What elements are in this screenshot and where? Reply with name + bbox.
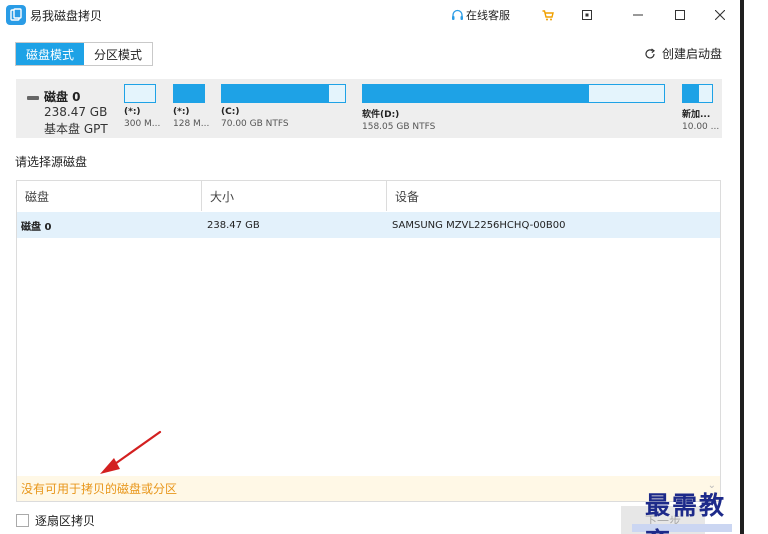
- partition-label: 软件(D:): [362, 110, 400, 120]
- partition-usage-bar: [173, 84, 205, 103]
- partition-info: 300 M...: [124, 119, 161, 129]
- tab-disk-mode[interactable]: 磁盘模式: [16, 43, 85, 65]
- partition-label: (*:): [173, 107, 190, 117]
- online-service-label: 在线客服: [466, 9, 510, 22]
- close-icon: [715, 10, 725, 20]
- cart-icon: [542, 9, 554, 20]
- menu-box-icon: [582, 10, 592, 20]
- tab-partition-mode[interactable]: 分区模式: [84, 43, 153, 65]
- partition-label: 新加...: [682, 110, 711, 120]
- partition-info: 10.00 ...: [682, 122, 720, 132]
- create-boot-disk-label: 创建启动盘: [662, 47, 723, 61]
- partition-block[interactable]: 软件(D:) 158.05 GB NTFS: [362, 84, 665, 132]
- disk-icon: [27, 96, 39, 100]
- partition-info: 128 M...: [173, 119, 210, 129]
- disk-size: 238.47 GB: [44, 105, 108, 119]
- cell-size: 238.47 GB: [207, 219, 260, 231]
- column-header-device[interactable]: 设备: [387, 181, 720, 211]
- column-header-size[interactable]: 大小: [202, 181, 387, 211]
- disk-type: 基本盘 GPT: [44, 122, 108, 136]
- warning-bar: 没有可用于拷贝的磁盘或分区 ⌄: [17, 476, 720, 501]
- disk-name: 磁盘 0: [44, 90, 81, 104]
- minimize-icon: [633, 14, 643, 16]
- settings-button[interactable]: [576, 0, 598, 30]
- partition-info: 158.05 GB NTFS: [362, 122, 436, 132]
- partition-block[interactable]: (*:) 300 M...: [124, 84, 161, 129]
- sector-copy-checkbox[interactable]: [16, 514, 29, 527]
- select-source-prompt: 请选择源磁盘: [15, 155, 88, 169]
- app-window: 易我磁盘拷贝 在线客服 磁盘模式 分区模式 创建启动盘 磁盘 0 238.47 …: [0, 0, 740, 534]
- create-boot-disk-button[interactable]: 创建启动盘: [644, 45, 722, 62]
- partition-label: (C:): [221, 107, 240, 117]
- column-header-disk[interactable]: 磁盘: [17, 181, 202, 211]
- partition-usage-bar: [682, 84, 713, 103]
- watermark-text: 最需教育: [645, 491, 727, 534]
- warning-text: 没有可用于拷贝的磁盘或分区: [21, 482, 178, 496]
- partition-label: (*:): [124, 107, 141, 117]
- sector-copy-option[interactable]: 逐扇区拷贝: [16, 512, 95, 529]
- cell-device: SAMSUNG MZVL2256HCHQ-00B00: [392, 219, 566, 231]
- cell-disk: 磁盘 0: [21, 221, 52, 233]
- partition-usage-bar: [362, 84, 665, 103]
- annotation-arrow-icon: [100, 430, 162, 474]
- refresh-icon: [645, 48, 655, 58]
- table-header: 磁盘 大小 设备: [17, 181, 720, 211]
- mode-tabs: 磁盘模式 分区模式: [15, 42, 154, 66]
- partition-usage-bar: [124, 84, 156, 103]
- partition-block[interactable]: (C:) 70.00 GB NTFS: [221, 84, 346, 129]
- desktop-background: [744, 0, 768, 534]
- minimize-button[interactable]: [618, 0, 658, 30]
- close-button[interactable]: [700, 0, 740, 30]
- table-row[interactable]: 磁盘 0 238.47 GB SAMSUNG MZVL2256HCHQ-00B0…: [17, 212, 720, 238]
- maximize-icon: [675, 10, 685, 20]
- cart-button[interactable]: [537, 0, 559, 30]
- disk-map[interactable]: 磁盘 0 238.47 GB 基本盘 GPT (*:) 300 M... (*:…: [16, 79, 722, 138]
- title-bar: 易我磁盘拷贝 在线客服: [0, 0, 740, 30]
- app-title: 易我磁盘拷贝: [30, 9, 103, 23]
- sector-copy-label: 逐扇区拷贝: [35, 514, 96, 528]
- partition-block[interactable]: 新加... 10.00 ...: [682, 84, 720, 132]
- partition-info: 70.00 GB NTFS: [221, 119, 289, 129]
- app-logo-icon: [6, 5, 26, 25]
- partition-block[interactable]: (*:) 128 M...: [173, 84, 210, 129]
- maximize-button[interactable]: [660, 0, 700, 30]
- partition-usage-bar: [221, 84, 346, 103]
- headset-icon: [452, 9, 463, 20]
- online-service-button[interactable]: 在线客服: [451, 7, 510, 23]
